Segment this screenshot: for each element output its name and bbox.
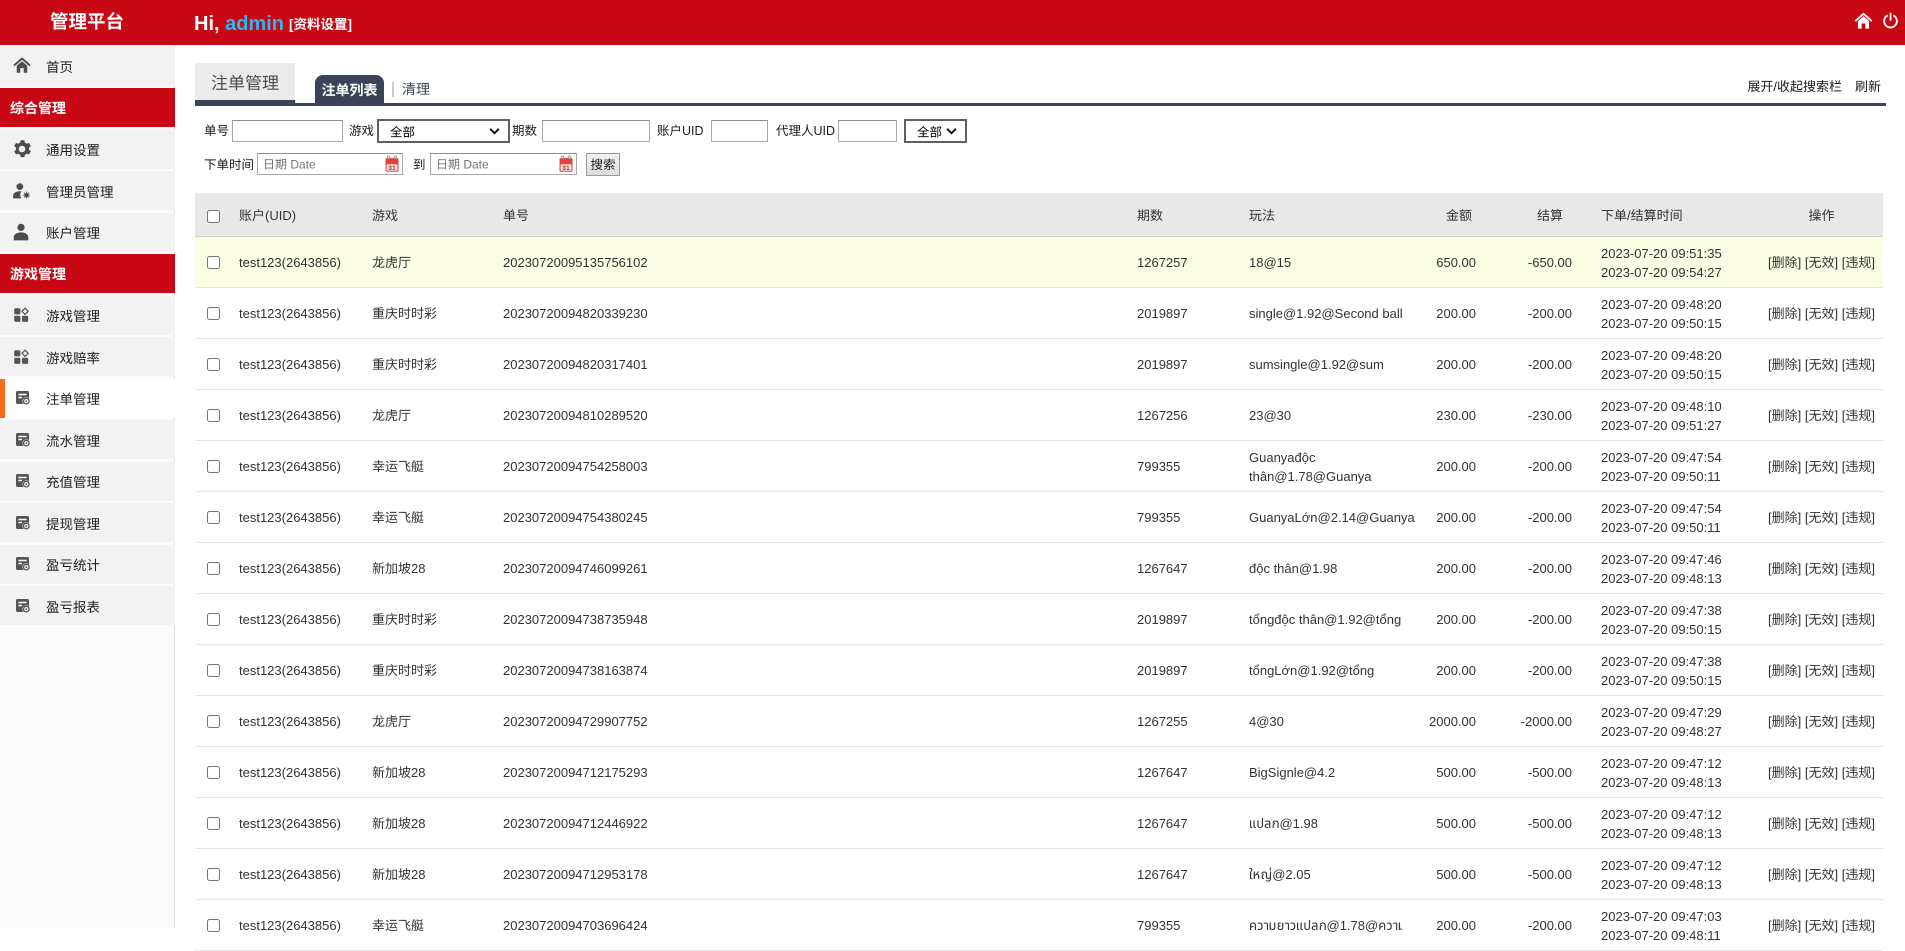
svg-text:31: 31 bbox=[562, 165, 570, 172]
svg-text:31: 31 bbox=[388, 165, 396, 172]
